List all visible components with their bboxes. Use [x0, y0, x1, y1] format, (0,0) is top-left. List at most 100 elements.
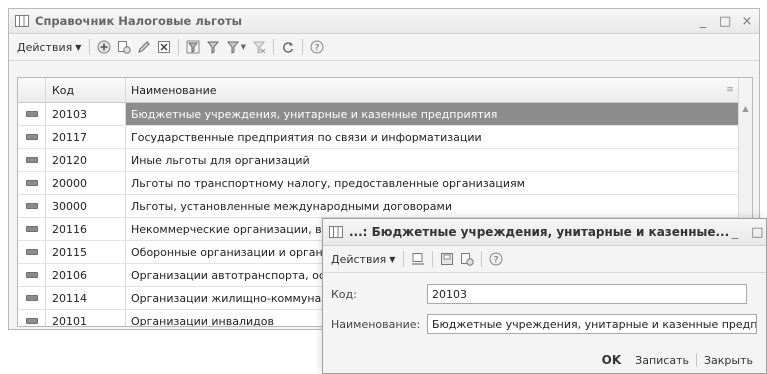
maximize-button[interactable]: □ [719, 14, 731, 29]
row-marker-cell [18, 264, 46, 286]
dialog-minimize-button[interactable]: _ [729, 225, 741, 240]
toolbar-separator [481, 251, 483, 267]
name-label: Наименование: [331, 317, 421, 331]
row-code: 20101 [46, 310, 126, 326]
table-row[interactable]: 20103 Бюджетные учреждения, унитарные и к… [18, 103, 752, 126]
table-row[interactable]: 30000 Льготы, установленные международным… [18, 195, 752, 218]
row-code: 20116 [46, 218, 126, 240]
item-marker-icon [25, 180, 38, 186]
item-marker-icon [25, 272, 38, 278]
table-header: Код Наименование ≡ [18, 78, 752, 103]
actions-label: Действия [17, 40, 73, 54]
header-icon-column [18, 78, 46, 102]
dialog-maximize-button[interactable]: □ [751, 225, 763, 240]
row-code: 20117 [46, 126, 126, 148]
add-icon[interactable] [95, 38, 113, 56]
caret-down-icon: ▼ [389, 254, 396, 264]
svg-text:?: ? [315, 44, 320, 54]
svg-text:?: ? [494, 256, 499, 266]
table-row[interactable]: 20000 Льготы по транспортному налогу, пре… [18, 172, 752, 195]
name-row: Наименование: Бюджетные учреждения, унит… [323, 309, 766, 339]
minimize-button[interactable]: _ [697, 14, 709, 29]
row-code: 20103 [46, 103, 126, 125]
row-name: Государственные предприятия по связи и и… [131, 130, 482, 144]
dialog-actions-menu[interactable]: Действия ▼ [327, 253, 399, 266]
name-input[interactable]: Бюджетные учреждения, унитарные и казенн… [427, 314, 757, 334]
filter-icon[interactable] [184, 38, 202, 56]
item-marker-icon [25, 318, 38, 324]
dialog-title-bar[interactable]: ...: Бюджетные учреждения, унитарные и к… [323, 219, 766, 246]
toolbar-separator [432, 251, 434, 267]
row-marker-cell [18, 172, 46, 194]
item-marker-icon [25, 249, 38, 255]
row-marker-cell [18, 287, 46, 309]
caret-down-icon: ▼ [240, 43, 247, 51]
catalog-icon [329, 226, 343, 238]
actions-menu[interactable]: Действия ▼ [13, 41, 85, 54]
save-icon[interactable] [438, 250, 456, 268]
row-code: 20000 [46, 172, 126, 194]
item-marker-icon [25, 295, 38, 301]
help-icon[interactable]: ? [308, 38, 326, 56]
row-code: 20120 [46, 149, 126, 171]
caret-down-icon: ▼ [75, 42, 82, 52]
item-marker-icon [25, 111, 38, 117]
row-marker-cell [18, 126, 46, 148]
table-row[interactable]: 20117 Государственные предприятия по связ… [18, 126, 752, 149]
clear-filter-icon[interactable] [250, 38, 268, 56]
item-marker-icon [25, 157, 38, 163]
row-code: 20114 [46, 287, 126, 309]
row-code: 20115 [46, 241, 126, 263]
item-marker-icon [25, 226, 38, 232]
toolbar-separator [89, 39, 91, 55]
row-name: Иные льготы для организаций [131, 153, 310, 167]
header-name[interactable]: Наименование [126, 78, 722, 102]
toolbar-separator [178, 39, 180, 55]
row-marker-cell [18, 149, 46, 171]
refresh-icon[interactable] [279, 38, 297, 56]
copy-icon[interactable] [458, 250, 476, 268]
sort-icon[interactable]: ≡ [722, 85, 738, 95]
row-marker-cell [18, 195, 46, 217]
row-code: 20106 [46, 264, 126, 286]
row-marker-cell [18, 241, 46, 263]
table-row[interactable]: 20120 Иные льготы для организаций [18, 149, 752, 172]
scroll-up-area [738, 78, 752, 102]
row-marker-cell [18, 310, 46, 326]
filter-dropdown-icon[interactable]: ▼ [224, 38, 248, 56]
close-dialog-button[interactable]: Закрыть [697, 354, 760, 367]
code-input[interactable]: 20103 [427, 284, 747, 304]
toolbar-separator [302, 39, 304, 55]
scroll-up-icon[interactable]: ▲ [739, 102, 752, 116]
dialog-toolbar: Действия ▼ ? [323, 246, 766, 273]
toolbar-separator [273, 39, 275, 55]
close-button[interactable]: × [741, 14, 753, 29]
dialog-title: ...: Бюджетные учреждения, унитарные и к… [349, 225, 730, 239]
save-close-icon[interactable] [409, 250, 427, 268]
code-label: Код: [331, 287, 357, 301]
toolbar-separator [403, 251, 405, 267]
row-name: Бюджетные учреждения, унитарные и казенн… [131, 107, 498, 121]
window-title: Справочник Налоговые льготы [35, 14, 243, 28]
title-bar[interactable]: Справочник Налоговые льготы _ □ × [9, 9, 759, 34]
item-edit-dialog: ...: Бюджетные учреждения, унитарные и к… [322, 218, 767, 374]
filter-by-value-icon[interactable] [204, 38, 222, 56]
item-marker-icon [25, 203, 38, 209]
actions-label: Действия [331, 252, 387, 266]
row-code: 30000 [46, 195, 126, 217]
save-button[interactable]: Записать [628, 354, 696, 367]
code-row: Код: 20103 [323, 279, 766, 309]
row-name: Льготы, установленные международными дог… [131, 199, 452, 213]
toolbar: Действия ▼ ▼ ? [9, 34, 759, 61]
dialog-footer: OK Записать Закрыть [323, 353, 766, 367]
delete-icon[interactable] [155, 38, 173, 56]
ok-button[interactable]: OK [595, 353, 629, 367]
header-code[interactable]: Код [46, 78, 126, 102]
row-marker-cell [18, 103, 46, 125]
edit-icon[interactable] [135, 38, 153, 56]
row-name: Льготы по транспортному налогу, предоста… [131, 176, 525, 190]
help-icon[interactable]: ? [487, 250, 505, 268]
copy-icon[interactable] [115, 38, 133, 56]
item-marker-icon [25, 134, 38, 140]
row-marker-cell [18, 218, 46, 240]
